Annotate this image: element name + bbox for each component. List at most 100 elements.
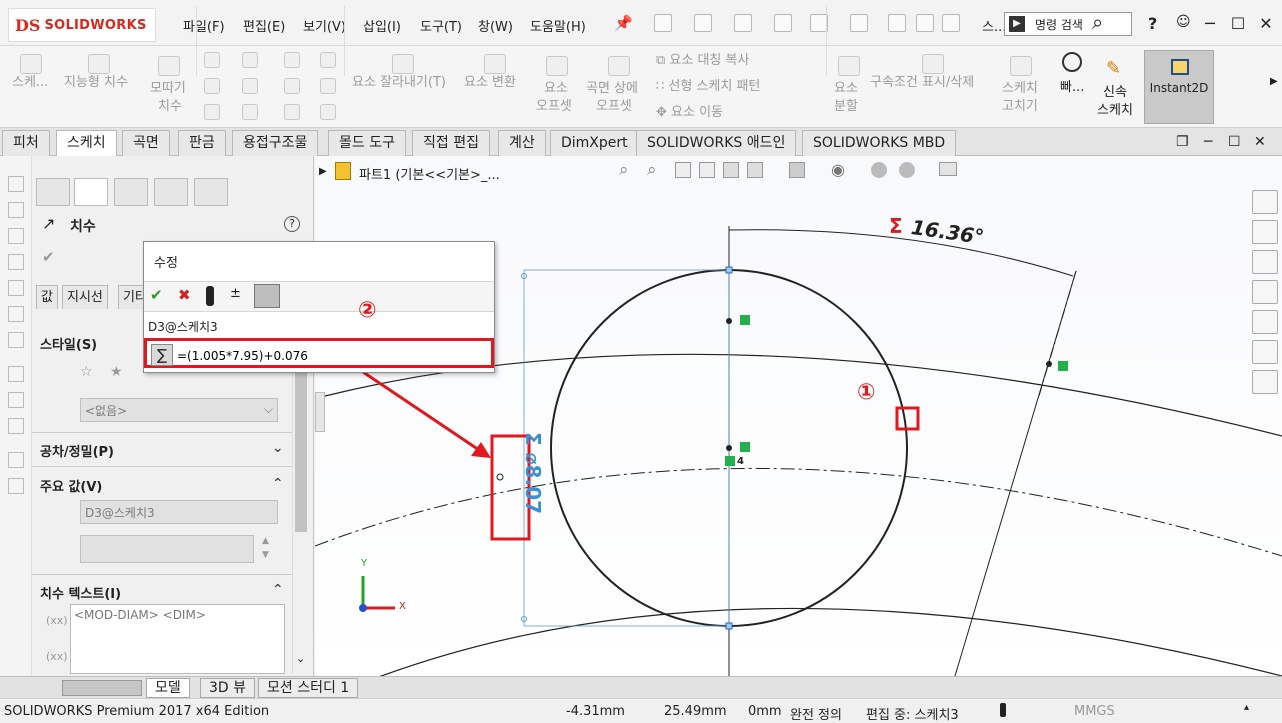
fillet-icon[interactable] [284, 104, 300, 120]
tree-item-icon[interactable] [8, 418, 24, 434]
menu-tools[interactable]: 도구(T) [420, 16, 462, 35]
slot-icon[interactable] [204, 104, 220, 120]
feature-manager-tab-icon[interactable] [36, 178, 70, 206]
expression-input[interactable] [175, 345, 495, 367]
rebuild-icon[interactable] [888, 14, 906, 32]
tab-sheet-metal[interactable]: 판금 [178, 130, 226, 156]
repair-sketch-icon[interactable] [1010, 56, 1032, 76]
reverse-sense-icon[interactable]: ± [230, 286, 241, 301]
tab-mbd[interactable]: SOLIDWORKS MBD [802, 130, 957, 156]
tab-weldments[interactable]: 용접구조물 [232, 130, 319, 156]
dim-text-position-icon[interactable]: (xx) [46, 614, 68, 627]
move-button[interactable]: ✥ 요소 이동 [656, 104, 723, 122]
quick-snaps-icon[interactable] [1062, 52, 1082, 72]
subtab-leaders[interactable]: 지시선 [62, 285, 108, 309]
relation-marker[interactable] [740, 315, 750, 325]
center-arc[interactable] [315, 468, 1282, 557]
tree-item-icon[interactable] [8, 478, 24, 494]
tree-item-icon[interactable] [8, 332, 24, 348]
property-manager-tab-icon[interactable] [74, 178, 108, 206]
open-icon[interactable] [694, 14, 712, 32]
sketch-icon[interactable] [20, 54, 42, 74]
sketch-canvas[interactable] [315, 156, 1282, 676]
graphics-area[interactable]: ▶ 파트1 (기본<<기본>_... ⌕ ⌕ ◉ Σ 16.36° ① Σ ⌀8… [315, 156, 1282, 676]
style-icon[interactable]: ☆ [80, 364, 93, 380]
scene-icon[interactable] [899, 162, 915, 178]
zoom-to-fit-icon[interactable]: ⌕ [619, 160, 629, 180]
relations-icon[interactable] [922, 54, 944, 74]
display-manager-tab-icon[interactable] [194, 178, 228, 206]
trim-button[interactable]: 요소 잘라내기(T) [352, 74, 446, 92]
part-breadcrumb[interactable]: 파트1 (기본<<기본>_... [359, 164, 500, 183]
rectangle-icon[interactable] [204, 78, 220, 94]
restore-doc-button[interactable]: ❐ [1176, 134, 1189, 150]
save-icon[interactable] [734, 14, 752, 32]
person-icon[interactable]: ☺ [1176, 14, 1191, 30]
spin-up-icon[interactable]: ▲ [262, 536, 269, 546]
panel-collapse-handle[interactable] [315, 392, 325, 432]
hide-show-icon[interactable]: ◉ [831, 160, 845, 179]
tree-item-icon[interactable] [8, 452, 24, 468]
minimize-doc-button[interactable]: ─ [1204, 134, 1212, 150]
surface-offset-label-2[interactable]: 오프셋 [596, 98, 632, 116]
ellipse-icon[interactable] [284, 78, 300, 94]
tree-item-icon[interactable] [8, 254, 24, 270]
circle-top-handle[interactable] [725, 266, 733, 274]
sketch-point[interactable] [726, 445, 732, 451]
display-style-icon[interactable] [789, 162, 805, 178]
rebuild-traffic-light-icon[interactable] [206, 286, 214, 306]
quick-snaps-button[interactable]: 빠... [1060, 76, 1084, 95]
tab-evaluate[interactable]: 계산 [498, 130, 546, 156]
home-icon[interactable] [1252, 190, 1278, 214]
circle-bottom-handle[interactable] [725, 622, 733, 630]
tree-item-icon[interactable] [8, 202, 24, 218]
tab-motion-study[interactable]: 모션 스터디 1 [258, 678, 359, 698]
tab-dimxpert[interactable]: DimXpert [550, 130, 639, 156]
circle-icon[interactable] [242, 52, 258, 68]
select-icon[interactable] [850, 14, 868, 32]
split-icon[interactable] [838, 56, 860, 76]
section-view-icon[interactable] [699, 162, 715, 178]
add-style-icon[interactable]: ★ [110, 364, 123, 380]
cancel-x-icon[interactable]: ✖ [178, 286, 191, 304]
tab-model[interactable]: 모델 [146, 678, 190, 698]
repair-label-1[interactable]: 스케치 [1002, 80, 1038, 98]
diameter-dimension[interactable]: Σ ⌀8.07 [519, 432, 545, 542]
menu-help[interactable]: 도움말(H) [530, 16, 586, 35]
text-icon[interactable] [320, 78, 336, 94]
menu-insert[interactable]: 삽입(I) [363, 16, 401, 35]
tree-item-icon[interactable] [8, 392, 24, 408]
dimxpert-tab-icon[interactable] [154, 178, 188, 206]
surface-offset-icon[interactable] [608, 56, 630, 76]
forum-icon[interactable] [1252, 370, 1278, 394]
tab-features[interactable]: 피처 [2, 130, 50, 156]
file-properties-icon[interactable] [916, 14, 934, 32]
tree-item-icon[interactable] [8, 366, 24, 382]
maximize-doc-button[interactable]: ☐ [1228, 134, 1241, 150]
split-label-2[interactable]: 분할 [834, 98, 858, 116]
sigma-icon[interactable]: ∑ [151, 344, 173, 366]
arc-icon[interactable] [242, 78, 258, 94]
trim-icon[interactable] [392, 54, 414, 74]
dim-text-position-icon[interactable]: (xx) [46, 650, 68, 663]
offset-label-1[interactable]: 요소 [544, 80, 568, 98]
offset-label-2[interactable]: 오프셋 [536, 98, 572, 116]
tab-nav-arrows[interactable] [62, 680, 142, 696]
mirror-button[interactable]: ⧉ 요소 대칭 복사 [656, 52, 749, 70]
menu-file[interactable]: 파일(F) [183, 16, 225, 35]
design-library-icon[interactable] [1252, 220, 1278, 244]
split-label-1[interactable]: 요소 [834, 80, 858, 98]
chamfer-dim-label-2[interactable]: 치수 [158, 98, 182, 116]
close-doc-button[interactable]: ✕ [1254, 134, 1266, 150]
primary-value-section-title[interactable]: 주요 값(V) [40, 476, 102, 495]
chamfer-dim-icon[interactable] [158, 56, 180, 76]
options-gear-icon[interactable] [942, 14, 960, 32]
plane-icon[interactable] [320, 52, 336, 68]
minimize-button[interactable]: ─ [1196, 12, 1224, 36]
view-settings-icon[interactable] [939, 162, 957, 176]
smart-dimension-icon[interactable] [88, 54, 110, 74]
scroll-down-icon[interactable]: ⌄ [296, 652, 305, 665]
style-section-title[interactable]: 스타일(S) [40, 334, 97, 353]
relation-marker[interactable] [1058, 361, 1068, 371]
pm-help-button[interactable]: ? [284, 216, 300, 232]
